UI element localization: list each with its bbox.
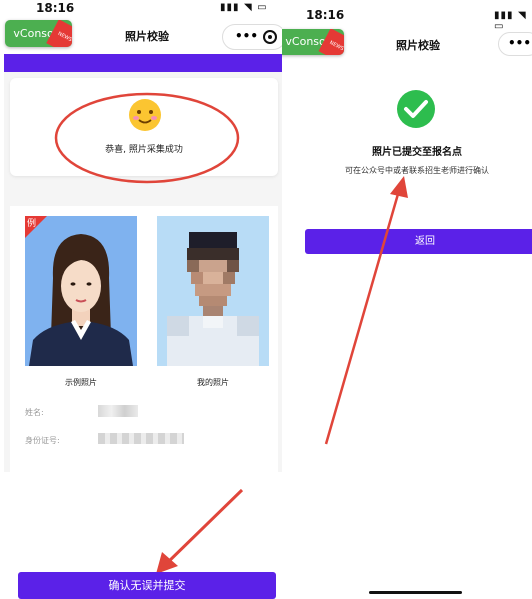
submitted-heading: 照片已提交至报名点 — [372, 147, 462, 158]
more-icon[interactable]: ••• — [235, 29, 258, 43]
my-caption: 我的照片 — [197, 378, 229, 387]
name-label: 姓名: — [25, 408, 44, 417]
sample-photo: 例 — [25, 216, 137, 366]
vconsole-button[interactable]: vConsole NEWS — [5, 20, 72, 47]
close-icon[interactable] — [263, 30, 277, 44]
status-bar: 18:16 ▮▮▮ ◥ ▭ — [282, 0, 532, 32]
id-value-redacted — [98, 433, 184, 444]
my-portrait-icon — [157, 216, 269, 366]
status-icons: ▮▮▮ ◥ ▭ — [220, 2, 268, 13]
sample-caption: 示例照片 — [65, 378, 97, 387]
right-screen: 18:16 ▮▮▮ ◥ ▭ vConsole NEWS 照片校验 ••• 照片已… — [282, 0, 532, 599]
left-screen: 18:16 ▮▮▮ ◥ ▭ vConsole NEWS 照片校验 ••• 恭喜,… — [0, 0, 282, 599]
status-bar: 18:16 ▮▮▮ ◥ ▭ — [0, 0, 282, 18]
confirm-submit-button[interactable]: 确认无误并提交 — [18, 572, 276, 599]
page-title: 照片校验 — [125, 30, 169, 43]
page-title: 照片校验 — [396, 39, 440, 52]
my-photo — [157, 216, 269, 366]
name-value-redacted — [98, 405, 138, 417]
id-label: 身份证号: — [25, 436, 60, 445]
more-icon[interactable]: ••• — [508, 36, 531, 50]
vconsole-button[interactable]: vConsole NEWS — [282, 29, 344, 55]
status-icons: ▮▮▮ ◥ ▭ — [494, 10, 527, 32]
capsule-menu[interactable]: ••• — [222, 24, 282, 50]
annotation-arrow-left — [156, 488, 244, 574]
annotation-ellipse — [54, 92, 240, 184]
capsule-menu[interactable]: ••• — [498, 32, 532, 56]
home-indicator — [369, 591, 462, 594]
success-check-icon — [397, 90, 435, 128]
status-time: 18:16 — [36, 1, 75, 15]
vconsole-badge: NEWS — [46, 20, 72, 47]
vconsole-badge: NEWS — [318, 29, 344, 55]
status-time: 18:16 — [306, 8, 345, 22]
sample-portrait-icon — [29, 234, 133, 366]
photo-card: 例 示例照片 我的照片 姓名: 身份证号: — [10, 206, 278, 476]
annotation-arrow-right — [324, 176, 408, 445]
sample-badge: 例 — [27, 219, 37, 229]
